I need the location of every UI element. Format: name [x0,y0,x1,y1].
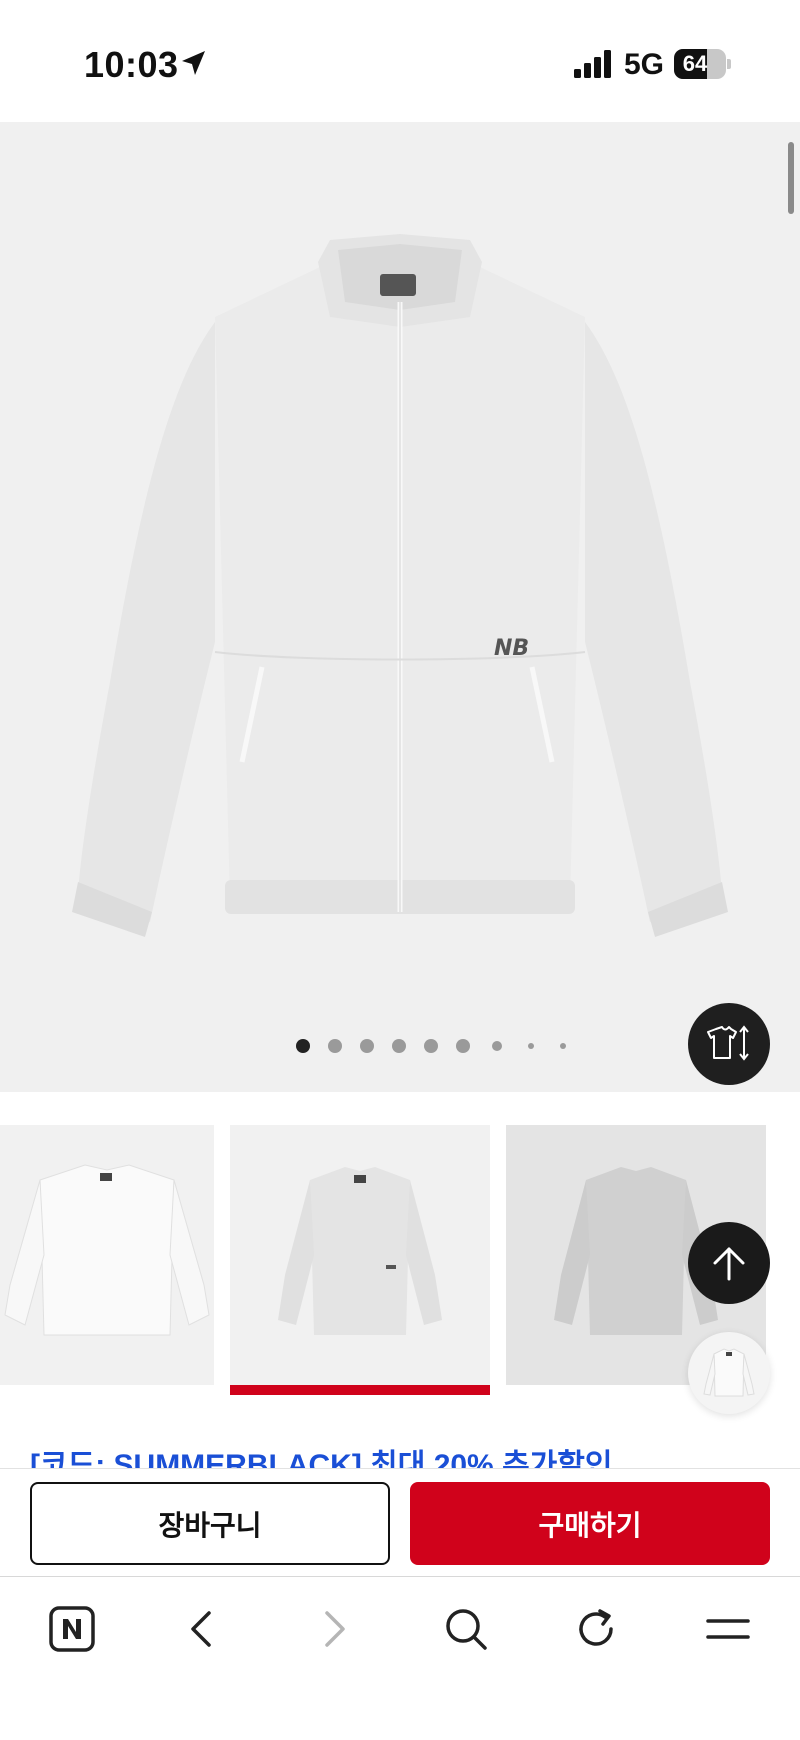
scroll-indicator[interactable] [788,142,794,214]
page-dot[interactable] [528,1043,534,1049]
selected-thumbnail-indicator [230,1385,490,1395]
menu-button[interactable] [698,1599,758,1659]
thumbnail-light-grey[interactable] [230,1125,490,1385]
thumbnail-white[interactable] [0,1125,214,1385]
jacket-thumbnail-image [230,1125,490,1385]
naver-home-button[interactable] [42,1599,102,1659]
search-button[interactable] [436,1599,496,1659]
reload-icon [579,1609,613,1646]
back-icon [191,1611,211,1647]
purchase-bar: 장바구니 구매하기 [0,1468,800,1576]
image-pagination-dots [296,1038,576,1054]
promo-text[interactable]: [코드: SUMMERBLACK] 최대 20% 추가할인 [30,1446,612,1468]
forward-button[interactable] [304,1599,364,1659]
forward-icon [325,1611,345,1647]
page-dot[interactable] [560,1043,566,1049]
product-image[interactable]: NB [0,122,800,1092]
jacket-thumbnail-image [0,1125,214,1385]
page-dot[interactable] [392,1039,406,1053]
recent-item-thumbnail[interactable] [688,1332,770,1414]
naver-home-icon [49,1606,95,1652]
back-button[interactable] [172,1599,232,1659]
page-dot[interactable] [456,1039,470,1053]
promo-banner[interactable]: [코드: SUMMERBLACK] 최대 20% 추가할인 [30,1446,770,1468]
jacket-mini-image [703,1348,755,1397]
search-icon [446,1609,487,1650]
battery-icon: 64 [674,49,731,79]
shirt-size-icon [707,1025,749,1061]
jacket-image: NB [72,234,728,937]
battery-level: 64 [682,51,708,76]
status-bar: 10:03 5G 64 [0,0,800,122]
network-type: 5G [624,48,665,81]
color-variant-thumbnails [0,1125,800,1395]
buy-now-button[interactable]: 구매하기 [410,1482,770,1565]
page-dot[interactable] [424,1039,438,1053]
scroll-to-top-button[interactable] [688,1222,770,1304]
arrow-up-icon [713,1247,745,1281]
browser-toolbar [0,1576,800,1740]
page-dot[interactable] [328,1039,342,1053]
menu-icon [706,1619,750,1639]
location-arrow-icon [182,51,205,75]
svg-text:NB: NB [494,636,529,661]
add-to-cart-button[interactable]: 장바구니 [30,1482,390,1565]
cellular-signal-icon [574,50,611,78]
page-dot-active[interactable] [296,1039,310,1053]
page-dot[interactable] [360,1039,374,1053]
status-time: 10:03 [84,44,179,85]
reload-button[interactable] [566,1599,626,1659]
size-guide-button[interactable] [688,1003,770,1085]
page-dot[interactable] [492,1041,502,1051]
